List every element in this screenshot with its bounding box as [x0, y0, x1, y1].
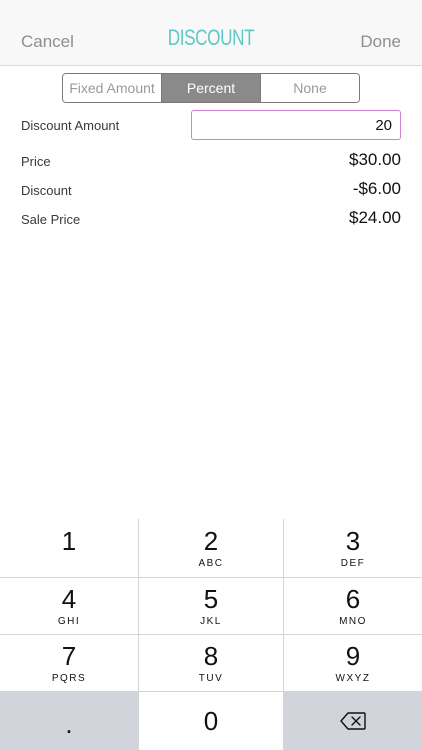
key-1[interactable]: 1 — [0, 519, 139, 577]
done-button[interactable]: Done — [360, 32, 401, 52]
key-letters: PQRS — [51, 672, 87, 684]
page-title: DISCOUNT — [167, 25, 255, 50]
key-letters: GHI — [57, 615, 81, 627]
discount-value: -$6.00 — [352, 179, 401, 198]
key-8[interactable]: 8 TUV — [139, 634, 284, 691]
discount-type-segmented-control: Fixed Amount Percent None — [62, 73, 360, 103]
key-5[interactable]: 5 JKL — [139, 577, 284, 634]
key-digit: 8 — [203, 640, 219, 671]
numeric-keypad: 1 2 ABC 3 DEF 4 GHI 5 JKL 6 MNO 7 PQRS 8… — [0, 519, 422, 750]
key-3[interactable]: 3 DEF — [284, 519, 422, 577]
price-label: Price — [21, 154, 51, 169]
key-letters: WXYZ — [335, 672, 371, 684]
segment-fixed-amount[interactable]: Fixed Amount — [63, 74, 161, 102]
sale-price-label: Sale Price — [21, 212, 81, 227]
key-digit: 3 — [345, 525, 361, 556]
key-digit: 6 — [345, 583, 361, 614]
key-digit: 4 — [61, 583, 77, 614]
key-2[interactable]: 2 ABC — [139, 519, 284, 577]
price-value: $30.00 — [349, 150, 401, 169]
delete-key[interactable] — [284, 691, 422, 750]
key-6[interactable]: 6 MNO — [284, 577, 422, 634]
key-digit: 7 — [61, 640, 77, 671]
key-digit: 1 — [61, 525, 77, 556]
decimal-point: . — [65, 709, 73, 739]
segment-none[interactable]: None — [260, 74, 359, 102]
key-digit: 2 — [203, 525, 219, 556]
discount-amount-input[interactable] — [191, 110, 401, 140]
key-digit: 0 — [203, 706, 219, 736]
key-digit: 5 — [203, 583, 219, 614]
key-9[interactable]: 9 WXYZ — [284, 634, 422, 691]
segment-percent[interactable]: Percent — [161, 74, 260, 102]
discount-label: Discount — [21, 183, 72, 198]
key-decimal[interactable]: . — [0, 691, 139, 750]
key-0[interactable]: 0 — [139, 691, 284, 750]
key-digit: 9 — [345, 640, 361, 671]
key-letters: MNO — [339, 615, 367, 627]
key-4[interactable]: 4 GHI — [0, 577, 139, 634]
backspace-icon — [340, 712, 366, 730]
sale-price-value: $24.00 — [349, 208, 401, 227]
key-7[interactable]: 7 PQRS — [0, 634, 139, 691]
key-letters: ABC — [198, 557, 224, 569]
key-letters: JKL — [200, 615, 222, 627]
navigation-bar: Cancel DISCOUNT Done — [0, 0, 422, 66]
key-letters: TUV — [198, 672, 224, 684]
discount-amount-label: Discount Amount — [21, 118, 120, 133]
key-letters: DEF — [340, 557, 366, 569]
